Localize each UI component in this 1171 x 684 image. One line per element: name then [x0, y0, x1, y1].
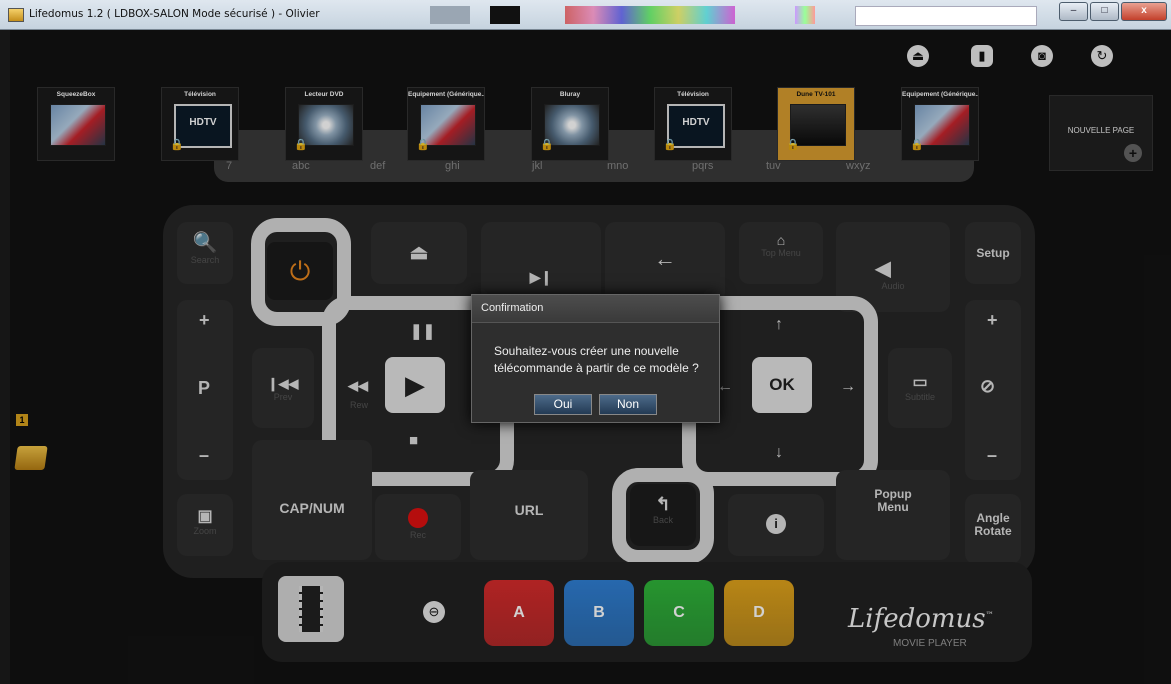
close-button[interactable]: x [1121, 2, 1167, 21]
yes-button[interactable]: Oui [534, 394, 592, 415]
minimize-button[interactable]: – [1059, 2, 1088, 21]
taskbar-thumbnail [430, 6, 470, 24]
title-input[interactable] [855, 6, 1037, 26]
maximize-button[interactable]: □ [1090, 2, 1119, 21]
dialog-title: Confirmation [472, 295, 719, 323]
taskbar-thumbnail [490, 6, 520, 24]
confirmation-dialog: Confirmation Souhaitez-vous créer une no… [471, 294, 720, 423]
color-palette-strip [565, 6, 735, 24]
dialog-message: Souhaitez-vous créer une nouvelle téléco… [494, 344, 699, 375]
app-icon [8, 8, 24, 22]
taskbar-thumbnail [795, 6, 815, 24]
window-title: Lifedomus 1.2 ( LDBOX-SALON Mode sécuris… [29, 8, 320, 20]
no-button[interactable]: Non [599, 394, 657, 415]
window-titlebar: Lifedomus 1.2 ( LDBOX-SALON Mode sécuris… [0, 0, 1171, 30]
